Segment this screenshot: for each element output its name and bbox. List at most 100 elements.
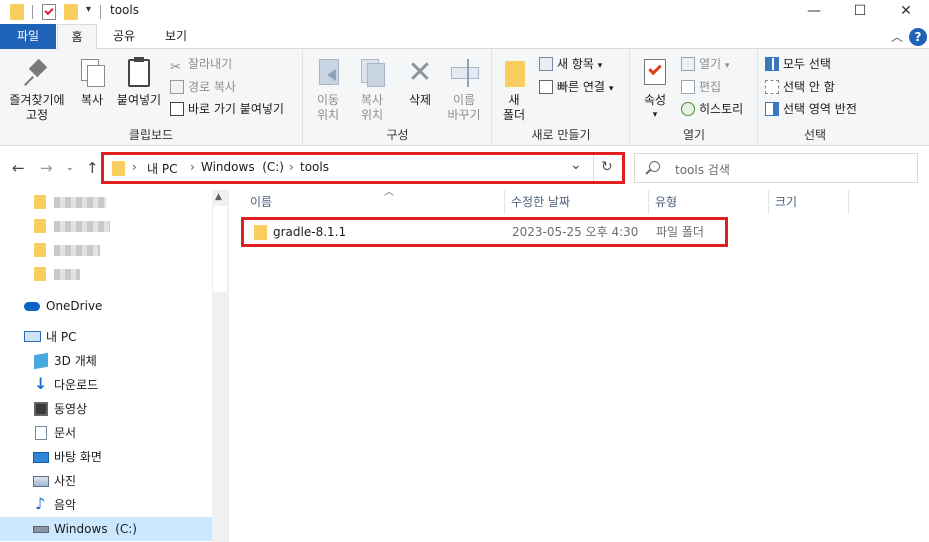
breadcrumb-tools[interactable]: tools — [300, 160, 329, 174]
breadcrumb-separator-icon[interactable]: › — [190, 160, 195, 174]
easy-access-icon — [539, 80, 553, 94]
paste-shortcut-button[interactable]: 바로 가기 붙여넣기 — [170, 100, 284, 118]
recent-locations-icon[interactable]: ⌄ — [66, 163, 74, 173]
column-header-type[interactable]: 유형 — [649, 190, 769, 214]
sidebar-scrollbar[interactable]: ▲ — [212, 190, 228, 542]
address-dropdown-icon[interactable]: ⌄ — [570, 157, 582, 173]
column-header-label: 유형 — [655, 195, 678, 209]
paste-button[interactable]: 붙여넣기 — [112, 57, 166, 108]
column-header-label: 이름 — [250, 195, 273, 209]
delete-button[interactable]: ✕ 삭제 — [400, 57, 440, 108]
sidebar-item-blurred-1[interactable] — [0, 190, 212, 214]
close-button[interactable]: ✕ — [883, 0, 929, 24]
column-header-date[interactable]: 수정한 날짜 — [505, 190, 649, 214]
new-folder-button[interactable]: 새 폴더 — [497, 57, 531, 123]
maximize-button[interactable]: ☐ — [837, 0, 883, 24]
sidebar-item-pictures[interactable]: 사진 — [0, 469, 212, 493]
sidebar-item-documents[interactable]: 문서 — [0, 421, 212, 445]
help-icon[interactable]: ? — [909, 28, 927, 46]
tab-share[interactable]: 공유 — [104, 24, 144, 49]
cut-button[interactable]: ✂ 잘라내기 — [170, 55, 232, 75]
copy-button[interactable]: 복사 — [74, 57, 110, 108]
table-row[interactable]: gradle-8.1.1 2023-05-25 오후 4:30 파일 폴더 — [241, 217, 728, 247]
breadcrumb-thispc[interactable]: 내 PC — [147, 160, 177, 177]
history-button[interactable]: 히스토리 — [681, 100, 743, 118]
sidebar-item-onedrive[interactable]: OneDrive — [0, 294, 212, 318]
properties-button[interactable]: 속성 ▾ — [637, 57, 673, 123]
select-none-label: 선택 안 함 — [783, 80, 835, 94]
desktop-icon — [33, 452, 49, 463]
new-folder-quick-icon[interactable] — [64, 4, 78, 20]
new-item-label: 새 항목 — [557, 57, 594, 71]
dropdown-arrow-icon: ▾ — [724, 61, 730, 71]
title-bar: ▾ tools — ☐ ✕ — [0, 0, 929, 24]
properties-dropdown-icon: ▾ — [652, 110, 658, 120]
column-header-size[interactable]: 크기 — [769, 190, 849, 214]
column-header-label: 크기 — [775, 195, 798, 209]
tab-file[interactable]: 파일 — [0, 24, 56, 49]
properties-quick-icon[interactable] — [42, 4, 56, 20]
sidebar-item-desktop[interactable]: 바탕 화면 — [0, 445, 212, 469]
open-label: 열기 — [699, 57, 722, 71]
search-box[interactable]: tools 검색 — [634, 153, 918, 183]
address-divider — [593, 155, 594, 181]
delete-icon: ✕ — [407, 55, 433, 90]
back-arrow-icon[interactable]: ← — [12, 159, 25, 177]
breadcrumb-separator-icon[interactable]: › — [132, 160, 137, 174]
sidebar-item-label: 동영상 — [54, 402, 88, 416]
customize-quick-access-icon[interactable]: ▾ — [86, 4, 91, 15]
sidebar-item-3d-objects[interactable]: 3D 개체 — [0, 349, 212, 373]
blurred-label — [54, 269, 80, 280]
sidebar-item-blurred-3[interactable] — [0, 238, 212, 262]
sidebar-item-blurred-4[interactable] — [0, 262, 212, 286]
sort-ascending-icon: ︿ — [384, 187, 394, 198]
breadcrumb-drive[interactable]: Windows (C:) — [201, 160, 284, 174]
column-header-name[interactable]: 이름 ︿ — [244, 187, 505, 214]
up-arrow-icon[interactable]: ↑ — [86, 159, 99, 177]
tab-view[interactable]: 보기 — [156, 24, 196, 49]
file-type: 파일 폴더 — [656, 225, 704, 239]
copy-path-button[interactable]: 경로 복사 — [170, 78, 236, 96]
rename-button[interactable]: 이름 바꾸기 — [442, 57, 486, 123]
open-button[interactable]: 열기 ▾ — [681, 55, 729, 75]
sidebar-item-label: OneDrive — [46, 299, 103, 313]
computer-icon — [24, 331, 41, 342]
new-item-button[interactable]: 새 항목 ▾ — [539, 55, 602, 75]
pin-quick-access-button[interactable]: 즐겨찾기에 고정 — [6, 57, 68, 123]
easy-access-button[interactable]: 빠른 연결 ▾ — [539, 78, 613, 98]
forward-arrow-icon[interactable]: → — [40, 159, 53, 177]
tab-home[interactable]: 홈 — [57, 24, 97, 50]
scroll-up-icon[interactable]: ▲ — [215, 192, 222, 202]
edit-button[interactable]: 편집 — [681, 78, 721, 96]
sidebar-item-videos[interactable]: 동영상 — [0, 397, 212, 421]
select-none-button[interactable]: 선택 안 함 — [765, 78, 835, 96]
sidebar-item-label: Windows (C:) — [54, 522, 137, 536]
new-folder-icon — [499, 57, 529, 89]
move-to-button[interactable]: 이동 위치 — [308, 57, 348, 123]
collapse-ribbon-icon[interactable]: ︿ — [891, 28, 903, 45]
breadcrumb-separator-icon[interactable]: › — [289, 160, 294, 174]
scrollbar-thumb[interactable] — [213, 206, 227, 292]
dropdown-arrow-icon: ▾ — [597, 61, 603, 71]
sidebar-item-blurred-2[interactable] — [0, 214, 212, 238]
move-to-label-1: 이동 — [316, 93, 340, 107]
sidebar-item-thispc[interactable]: 내 PC — [0, 325, 212, 349]
organize-group-label: 구성 — [386, 128, 409, 142]
open-icon — [681, 57, 695, 71]
invert-selection-button[interactable]: 선택 영역 반전 — [765, 100, 857, 118]
copy-to-button[interactable]: 복사 위치 — [352, 57, 392, 123]
select-all-label: 모두 선택 — [783, 57, 831, 71]
refresh-icon[interactable]: ↻ — [601, 159, 613, 175]
sidebar-item-music[interactable]: ♪ 음악 — [0, 493, 212, 517]
file-list: 이름 ︿ 수정한 날짜 유형 크기 gradle-8.1.1 2023-05-2… — [228, 187, 929, 542]
rename-label-1: 이름 — [452, 93, 476, 107]
select-all-button[interactable]: 모두 선택 — [765, 55, 831, 73]
minimize-button[interactable]: — — [791, 0, 837, 24]
address-bar[interactable]: › 내 PC › Windows (C:) › tools ⌄ ↻ — [101, 152, 625, 184]
sidebar-item-drive-c[interactable]: Windows (C:) — [0, 517, 212, 541]
paste-label: 붙여넣기 — [116, 93, 162, 107]
sidebar-item-downloads[interactable]: ↓ 다운로드 — [0, 373, 212, 397]
folder-icon — [34, 243, 46, 257]
search-input[interactable]: tools 검색 — [675, 161, 730, 178]
3d-objects-icon — [34, 352, 48, 370]
